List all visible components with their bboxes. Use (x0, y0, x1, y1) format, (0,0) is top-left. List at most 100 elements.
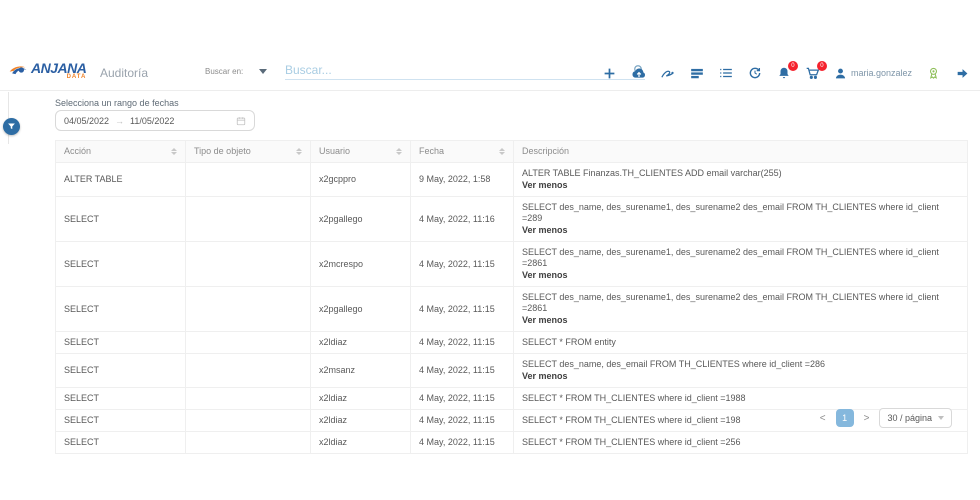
ver-menos-link[interactable]: Ver menos (522, 225, 568, 236)
certificate-icon[interactable] (925, 65, 941, 81)
user-icon (834, 67, 847, 80)
ver-menos-link[interactable]: Ver menos (522, 270, 568, 281)
cell-tipo (186, 163, 311, 196)
cell-usuario: x2mcrespo (311, 242, 411, 286)
cell-accion: SELECT (56, 354, 186, 387)
cell-descripcion: SELECT * FROM TH_CLIENTES where id_clien… (514, 388, 967, 409)
cell-tipo (186, 388, 311, 409)
page-1-button[interactable]: 1 (836, 409, 854, 427)
cell-descripcion: SELECT * FROM TH_CLIENTES where id_clien… (514, 432, 967, 453)
ver-menos-link[interactable]: Ver menos (522, 180, 568, 191)
cell-fecha: 4 May, 2022, 11:15 (411, 432, 514, 453)
cell-fecha: 9 May, 2022, 1:58 (411, 163, 514, 196)
notifications-icon[interactable]: 0 (776, 65, 792, 81)
cell-tipo (186, 242, 311, 286)
column-header-fecha[interactable]: Fecha (411, 141, 514, 162)
cell-descripcion: SELECT des_name, des_surename1, des_sure… (514, 197, 967, 241)
column-header-accion[interactable]: Acción (56, 141, 186, 162)
sort-icon[interactable] (296, 148, 302, 155)
date-range-picker[interactable]: 04/05/2022 → 11/05/2022 (55, 110, 255, 131)
table-row: SELECT x2mcrespo 4 May, 2022, 11:15 SELE… (56, 242, 967, 287)
cell-accion: SELECT (56, 287, 186, 331)
column-header-usuario[interactable]: Usuario (311, 141, 411, 162)
date-range-label: Selecciona un rango de fechas (55, 98, 179, 108)
search-scope-select[interactable]: Buscar en: (205, 67, 267, 76)
logout-icon[interactable] (954, 65, 970, 81)
cell-usuario: x2msanz (311, 354, 411, 387)
audit-table: Acción Tipo de objeto Usuario Fecha Desc… (55, 140, 968, 454)
cart-badge: 0 (817, 61, 827, 71)
chevron-down-icon (938, 416, 944, 420)
page-size-select[interactable]: 30 / página (879, 408, 952, 428)
table-row: SELECT x2ldiaz 4 May, 2022, 11:15 SELECT… (56, 388, 967, 410)
cell-accion: SELECT (56, 388, 186, 409)
checklist-icon[interactable] (718, 65, 734, 81)
date-end-value[interactable]: 11/05/2022 (130, 116, 174, 126)
logo-name: ANJANA (31, 61, 86, 75)
chevron-down-icon (259, 69, 267, 74)
audit-page: ANJANA DATA Auditoría Buscar en: (0, 0, 980, 500)
cell-fecha: 4 May, 2022, 11:15 (411, 388, 514, 409)
logo-subtitle: DATA (67, 74, 87, 80)
cell-tipo (186, 410, 311, 431)
user-menu[interactable]: maria.gonzalez (834, 67, 912, 80)
table-row: ALTER TABLE x2gcppro 9 May, 2022, 1:58 A… (56, 163, 967, 197)
cell-usuario: x2ldiaz (311, 332, 411, 353)
search-scope-label: Buscar en: (205, 67, 243, 76)
cell-descripcion: SELECT des_name, des_surename1, des_sure… (514, 242, 967, 286)
search-input[interactable] (285, 63, 633, 77)
column-header-descripcion: Descripción (514, 141, 967, 162)
add-icon[interactable] (602, 65, 618, 81)
notifications-badge: 0 (788, 61, 798, 71)
table-row: SELECT x2pgallego 4 May, 2022, 11:15 SEL… (56, 287, 967, 332)
cell-fecha: 4 May, 2022, 11:15 (411, 332, 514, 353)
top-header: ANJANA DATA Auditoría Buscar en: (0, 55, 980, 91)
sort-icon[interactable] (499, 148, 505, 155)
date-range-arrow: → (115, 116, 124, 126)
cell-descripcion: ALTER TABLE Finanzas.TH_CLIENTES ADD ema… (514, 163, 967, 196)
cell-fecha: 4 May, 2022, 11:16 (411, 197, 514, 241)
cell-fecha: 4 May, 2022, 11:15 (411, 242, 514, 286)
anjana-logo[interactable]: ANJANA DATA (8, 60, 86, 80)
cell-accion: ALTER TABLE (56, 163, 186, 196)
cell-descripcion: SELECT des_name, des_email FROM TH_CLIEN… (514, 354, 967, 387)
date-start-value[interactable]: 04/05/2022 (64, 116, 109, 126)
signature-icon[interactable] (660, 65, 676, 81)
cell-tipo (186, 354, 311, 387)
cell-tipo (186, 432, 311, 453)
sort-icon[interactable] (396, 148, 402, 155)
table-row: SELECT x2pgallego 4 May, 2022, 11:16 SEL… (56, 197, 967, 242)
cell-accion: SELECT (56, 197, 186, 241)
cell-descripcion: SELECT * FROM entity (514, 332, 967, 353)
table-row: SELECT x2ldiaz 4 May, 2022, 11:15 SELECT… (56, 332, 967, 354)
search-bar (285, 63, 645, 80)
sort-icon[interactable] (171, 148, 177, 155)
table-row: SELECT x2ldiaz 4 May, 2022, 11:15 SELECT… (56, 432, 967, 454)
cell-fecha: 4 May, 2022, 11:15 (411, 354, 514, 387)
cell-tipo (186, 287, 311, 331)
prev-page-button[interactable]: < (818, 411, 828, 426)
cell-fecha: 4 May, 2022, 11:15 (411, 287, 514, 331)
filter-button[interactable] (3, 118, 20, 135)
history-icon[interactable] (747, 65, 763, 81)
cart-icon[interactable]: 0 (805, 65, 821, 81)
rows-icon[interactable] (689, 65, 705, 81)
table-row: SELECT x2msanz 4 May, 2022, 11:15 SELECT… (56, 354, 967, 388)
cell-usuario: x2pgallego (311, 287, 411, 331)
cell-accion: SELECT (56, 410, 186, 431)
ver-menos-link[interactable]: Ver menos (522, 315, 568, 326)
user-name: maria.gonzalez (851, 68, 912, 78)
filter-icon (7, 122, 16, 131)
cloud-upload-icon[interactable] (631, 65, 647, 81)
cell-accion: SELECT (56, 432, 186, 453)
next-page-button[interactable]: > (862, 411, 872, 426)
cell-usuario: x2gcppro (311, 163, 411, 196)
cell-descripcion: SELECT des_name, des_surename1, des_sure… (514, 287, 967, 331)
cell-usuario: x2ldiaz (311, 388, 411, 409)
ver-menos-link[interactable]: Ver menos (522, 371, 568, 382)
cell-usuario: x2pgallego (311, 197, 411, 241)
column-header-tipo[interactable]: Tipo de objeto (186, 141, 311, 162)
cell-accion: SELECT (56, 332, 186, 353)
logo-swirl-icon (8, 60, 28, 80)
cell-usuario: x2ldiaz (311, 410, 411, 431)
